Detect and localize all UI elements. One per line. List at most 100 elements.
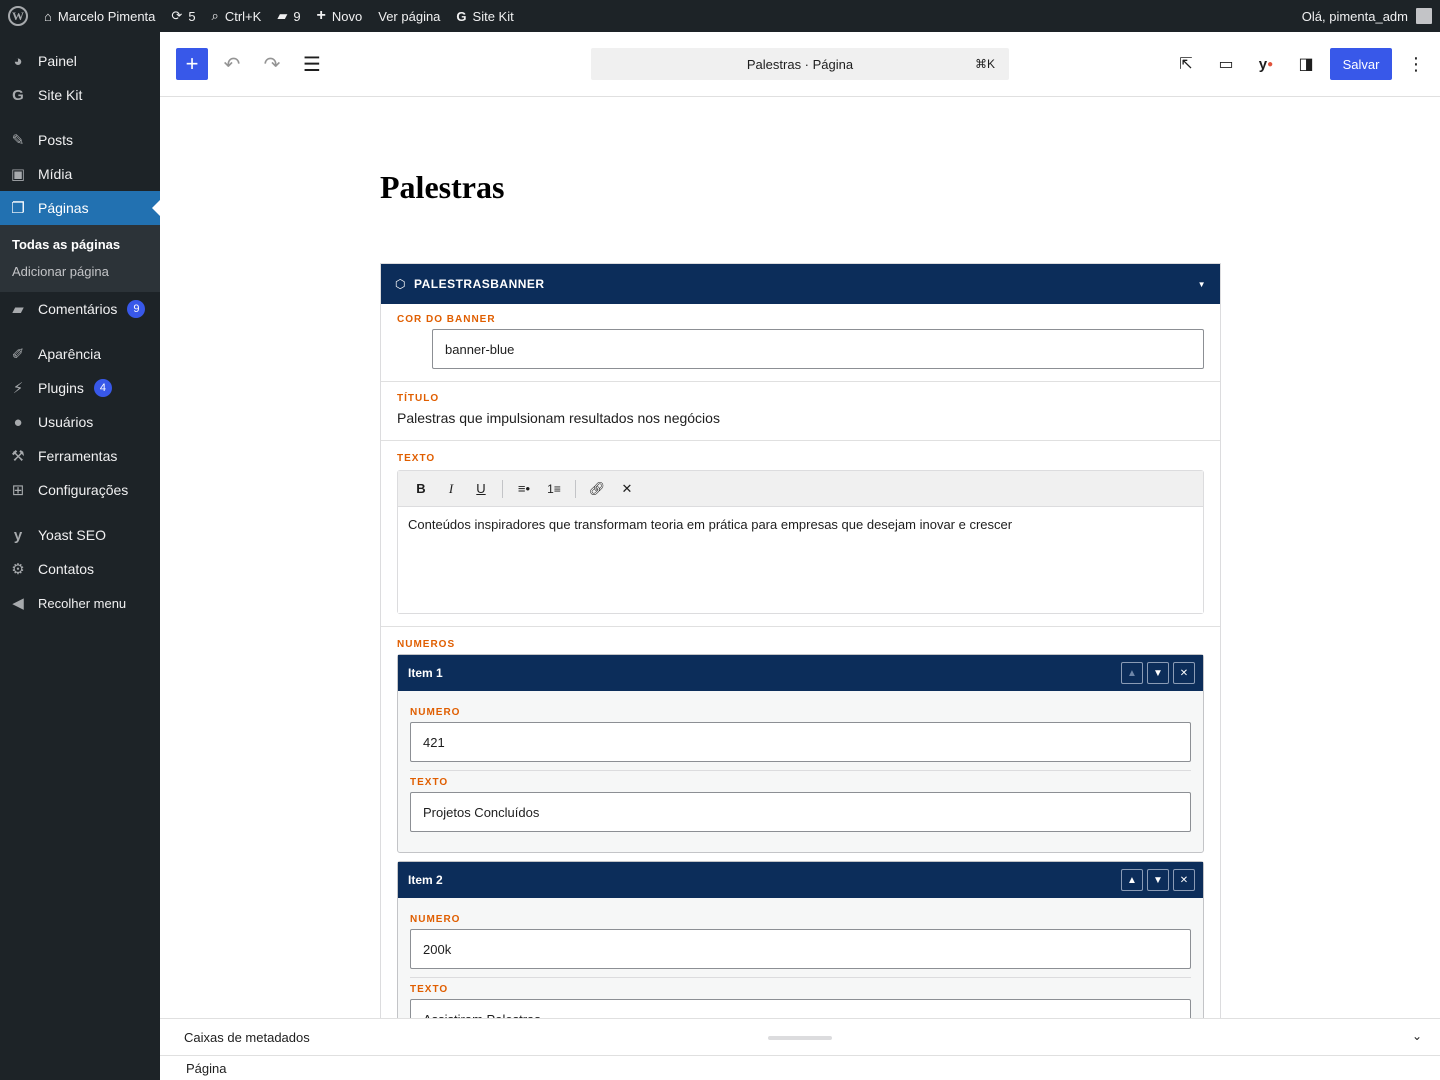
document-title-bar[interactable]: Palestras · Página ⌘K: [591, 48, 1009, 80]
metaboxes-panel-bar[interactable]: Caixas de metadados ⌄: [160, 1018, 1440, 1055]
site-kit-link[interactable]: G Site Kit: [448, 0, 521, 32]
gear-icon: ⚙: [11, 561, 25, 578]
site-name-link[interactable]: ⌂ Marcelo Pimenta: [36, 0, 163, 32]
bold-button[interactable]: B: [408, 476, 434, 502]
field-cor-do-banner: COR DO BANNER banner-blue: [381, 304, 1220, 382]
comments-link[interactable]: ▰ 9: [269, 0, 308, 32]
settings-icon: ⊞: [11, 482, 25, 499]
new-content-link[interactable]: + Novo: [309, 0, 371, 32]
chevron-down-icon[interactable]: ⌄: [1412, 1029, 1422, 1043]
subfield-texto: TEXTO Assistiram Palestras: [410, 977, 1191, 1018]
sidebar-item-midia[interactable]: ▣ Mídia: [0, 157, 160, 191]
sidebar-item-posts[interactable]: ✎ Posts: [0, 123, 160, 157]
document-overview-button[interactable]: ☰: [296, 48, 328, 80]
view-page-icon-button[interactable]: ⇱: [1170, 48, 1202, 80]
field-label: TEXTO: [410, 984, 449, 995]
sidebar-item-aparencia[interactable]: ✐ Aparência: [0, 337, 160, 371]
field-numeros: NUMEROS Item 1 ▲ ▼ ✕ NUMERO 421 TEXTO Pr…: [381, 627, 1220, 1018]
close-icon: ✕: [1179, 667, 1189, 679]
banner-color-input[interactable]: banner-blue: [432, 329, 1204, 369]
block-header[interactable]: ⬡ PALESTRASBANNER ▼: [381, 264, 1220, 304]
sidebar-item-plugins[interactable]: ⚡ Plugins 4: [0, 371, 160, 405]
wordpress-logo-button[interactable]: W: [0, 0, 36, 32]
plus-icon: +: [185, 51, 199, 76]
metaboxes-label: Caixas de metadados: [184, 1029, 310, 1045]
page-title[interactable]: Palestras: [380, 169, 504, 206]
google-g-icon: G: [456, 8, 467, 24]
sidebar-item-configuracoes[interactable]: ⊞ Configurações: [0, 473, 160, 507]
arrow-up-icon: ▲: [1127, 874, 1137, 886]
subfield-texto: TEXTO Projetos Concluídos: [410, 770, 1191, 840]
bullet-list-button[interactable]: ≡•: [511, 476, 537, 502]
numbered-list-button[interactable]: 1≡: [541, 476, 567, 502]
save-button[interactable]: Salvar: [1330, 48, 1392, 80]
sidebar-item-ferramentas[interactable]: ⚒ Ferramentas: [0, 439, 160, 473]
arrow-down-icon: ▼: [1153, 667, 1163, 679]
wysiwyg-toolbar: B I U ≡• 1≡ 🔗︎ ✕: [398, 471, 1203, 507]
settings-sidebar-toggle[interactable]: ◨: [1290, 48, 1322, 80]
pin-icon: ✎: [11, 132, 25, 149]
underline-button[interactable]: U: [468, 476, 494, 502]
toolbar-divider: [575, 479, 576, 498]
remove-format-button[interactable]: ✕: [614, 476, 640, 502]
sidebar-item-comentarios[interactable]: ▰ Comentários 9: [0, 292, 160, 326]
wysiwyg-editor: B I U ≡• 1≡ 🔗︎ ✕ Conteúdos inspiradores …: [397, 470, 1204, 614]
field-label: TÍTULO: [397, 393, 440, 404]
sidebar-item-usuarios[interactable]: ● Usuários: [0, 405, 160, 439]
submenu-add-page[interactable]: Adicionar página: [0, 258, 160, 285]
title-value[interactable]: Palestras que impulsionam resultados nos…: [397, 410, 1204, 426]
sidebar-collapse-menu[interactable]: ◀ Recolher menu: [0, 586, 160, 620]
breadcrumb-item-page[interactable]: Página: [186, 1061, 226, 1076]
options-menu-button[interactable]: ⋮: [1400, 48, 1432, 80]
move-up-button[interactable]: ▲: [1121, 869, 1143, 891]
resize-handle[interactable]: [768, 1036, 832, 1040]
acf-palestras-banner-block[interactable]: ⬡ PALESTRASBANNER ▼ COR DO BANNER banner…: [380, 263, 1221, 1018]
field-label: TEXTO: [397, 453, 436, 464]
numero-input[interactable]: 200k: [410, 929, 1191, 969]
move-down-button[interactable]: ▼: [1147, 662, 1169, 684]
account-greeting[interactable]: Olá, pimenta_adm: [1302, 9, 1408, 24]
submenu-all-pages[interactable]: Todas as páginas: [0, 231, 160, 258]
comment-icon: ▰: [277, 8, 288, 23]
sidebar-item-painel[interactable]: ◕ Painel: [0, 44, 160, 78]
toolbar-divider: [502, 479, 503, 498]
field-label: NUMERO: [410, 914, 461, 925]
yoast-seo-button[interactable]: y ●: [1250, 48, 1282, 80]
google-g-icon: G: [12, 86, 24, 104]
wysiwyg-content[interactable]: Conteúdos inspiradores que transformam t…: [398, 507, 1203, 613]
yoast-icon: y: [13, 526, 23, 544]
admin-bar: W ⌂ Marcelo Pimenta ⟳ 5 ⌕ Ctrl+K ▰ 9 + Novo V…: [0, 0, 1440, 32]
repeater-item-header[interactable]: Item 1 ▲ ▼ ✕: [398, 655, 1203, 691]
move-up-button[interactable]: ▲: [1121, 662, 1143, 684]
numero-input[interactable]: 421: [410, 722, 1191, 762]
block-breadcrumb: Página: [160, 1055, 1440, 1080]
remove-item-button[interactable]: ✕: [1173, 662, 1195, 684]
texto-input[interactable]: Assistiram Palestras: [410, 999, 1191, 1018]
view-page-link[interactable]: Ver página: [370, 0, 448, 32]
undo-button[interactable]: ↶: [216, 48, 248, 80]
link-button[interactable]: 🔗︎: [584, 476, 610, 502]
sidebar-item-site-kit[interactable]: G Site Kit: [0, 78, 160, 112]
repeater-item-body: NUMERO 421 TEXTO Projetos Concluídos: [398, 691, 1203, 852]
remove-item-button[interactable]: ✕: [1173, 869, 1195, 891]
plugin-icon: ⚡: [12, 380, 24, 397]
repeater-item-title: Item 1: [408, 666, 443, 680]
pages-submenu: Todas as páginas Adicionar página: [0, 225, 160, 292]
texto-input[interactable]: Projetos Concluídos: [410, 792, 1191, 832]
arrow-down-icon: ▼: [1153, 874, 1163, 886]
sidebar-item-yoast-seo[interactable]: y Yoast SEO: [0, 518, 160, 552]
block-inserter-button[interactable]: +: [176, 48, 208, 80]
italic-button[interactable]: I: [438, 476, 464, 502]
preview-device-button[interactable]: ▭: [1210, 48, 1242, 80]
chevron-down-icon[interactable]: ▼: [1198, 280, 1206, 289]
sidebar-item-contatos[interactable]: ⚙ Contatos: [0, 552, 160, 586]
repeater-item-header[interactable]: Item 2 ▲ ▼ ✕: [398, 862, 1203, 898]
command-search-link[interactable]: ⌕ Ctrl+K: [204, 0, 270, 32]
updates-link[interactable]: ⟳ 5: [163, 0, 203, 32]
avatar[interactable]: [1416, 8, 1432, 24]
sidebar-item-paginas[interactable]: ❐ Páginas: [0, 191, 160, 225]
move-down-button[interactable]: ▼: [1147, 869, 1169, 891]
plugins-count-badge: 4: [93, 379, 112, 397]
redo-button[interactable]: ↷: [256, 48, 288, 80]
user-icon: ●: [13, 413, 23, 431]
